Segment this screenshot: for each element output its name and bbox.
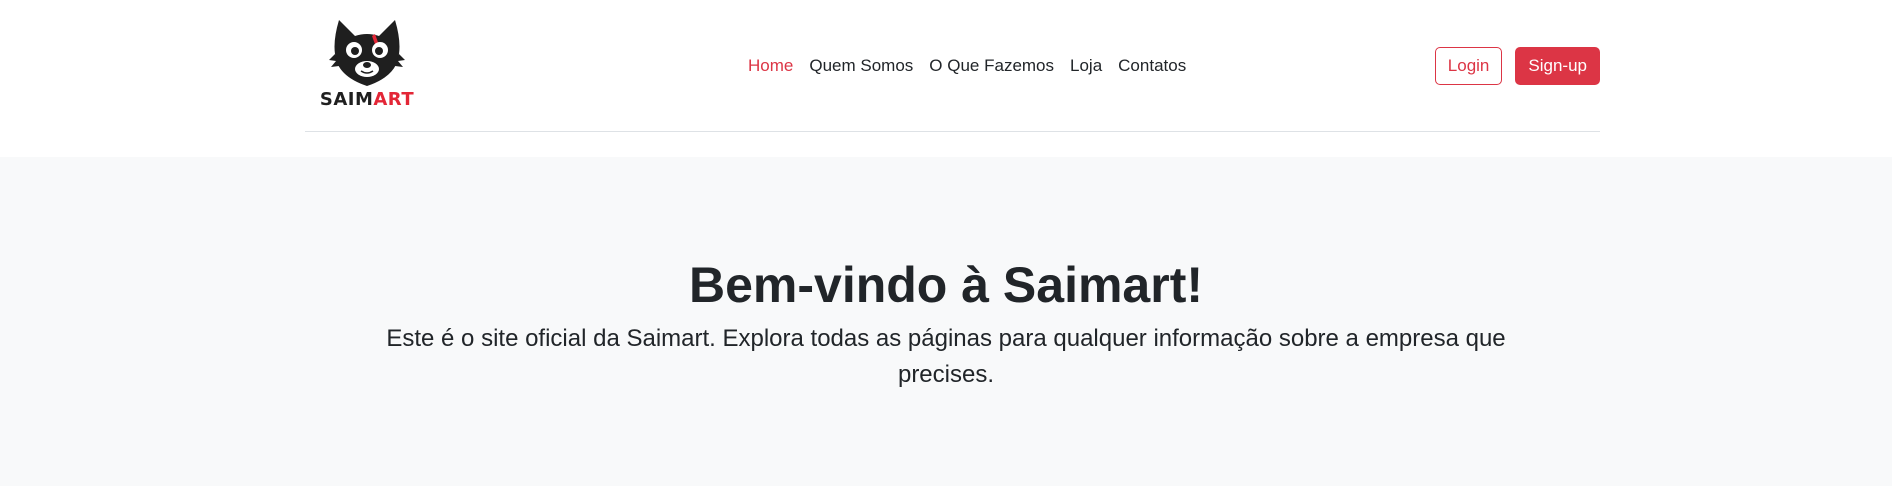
nav-item-home[interactable]: Home [748,54,793,78]
navbar: SAIMART Home Quem Somos O Que Fazemos Lo… [305,0,1600,132]
site-header: SAIMART Home Quem Somos O Que Fazemos Lo… [0,0,1892,157]
hero-section: Bem-vindo à Saimart! Este é o site ofici… [0,157,1892,393]
signup-button[interactable]: Sign-up [1515,47,1600,85]
login-button[interactable]: Login [1434,47,1503,85]
cat-face-icon [329,20,405,86]
nav-item-quem-somos[interactable]: Quem Somos [809,54,913,78]
nav-item-contatos[interactable]: Contatos [1118,54,1186,78]
logo-text-saim: SAIM [319,89,374,110]
nav-item-o-que-fazemos[interactable]: O Que Fazemos [929,54,1054,78]
main-nav: Home Quem Somos O Que Fazemos Loja Conta… [748,54,1186,78]
logo-text: SAIMART [309,91,425,109]
auth-buttons: Login Sign-up [1434,47,1600,85]
nav-item-loja[interactable]: Loja [1070,54,1102,78]
hero-subtitle: Este é o site oficial da Saimart. Explor… [386,325,1506,388]
page-title: Bem-vindo à Saimart! [688,257,1203,313]
logo-text-art: ART [373,89,415,110]
logo-link[interactable]: SAIMART [309,14,425,114]
